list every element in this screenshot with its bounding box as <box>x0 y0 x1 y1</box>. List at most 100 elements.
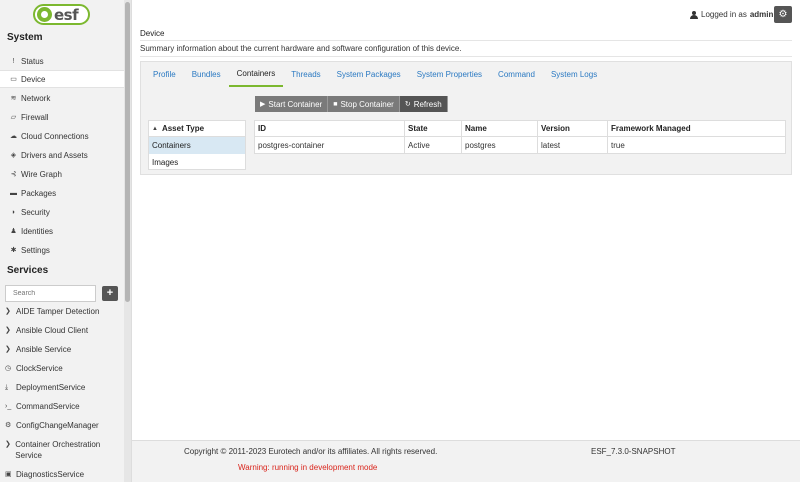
sidebar-item-label: Wire Graph <box>21 169 62 179</box>
divider <box>140 40 792 41</box>
cell-name: postgres <box>461 136 538 154</box>
service-item-commandservice[interactable]: ›_ CommandService <box>0 401 124 412</box>
cell-id: postgres-container <box>254 136 405 154</box>
dev-mode-warning: Warning: running in development mode <box>238 463 378 472</box>
exclamation-icon: ! <box>12 57 15 65</box>
package-icon: ▬ <box>10 189 17 197</box>
download-icon: ⤓ <box>5 384 9 391</box>
circle-chevron-icon: ❯ <box>5 308 11 315</box>
column-header-id[interactable]: ID <box>254 120 405 137</box>
sidebar-item-label: Device <box>21 74 46 84</box>
service-item-container-orchestration[interactable]: ❯ Container Orchestration Service <box>0 439 120 461</box>
add-service-button[interactable]: + <box>102 286 118 301</box>
tab-profile[interactable]: Profile <box>145 61 184 87</box>
services-section-title: Services <box>7 265 49 276</box>
tab-system-properties[interactable]: System Properties <box>409 61 490 87</box>
refresh-label: Refresh <box>413 99 442 109</box>
service-item-ansible-cloud-client[interactable]: ❯ Ansible Cloud Client <box>0 325 124 336</box>
tab-containers[interactable]: Containers <box>228 61 284 87</box>
column-header-version[interactable]: Version <box>537 120 608 137</box>
system-section-title: System <box>7 32 43 43</box>
container-toolbar: ▶ Start Container ■ Stop Container ↻ Ref… <box>255 96 448 112</box>
service-item-diagnosticsservice[interactable]: ▣ DiagnosticsService <box>0 469 124 480</box>
start-container-button[interactable]: ▶ Start Container <box>255 96 329 112</box>
clock-icon: ◷ <box>5 365 12 372</box>
tab-bundles[interactable]: Bundles <box>184 61 229 87</box>
stop-icon: ■ <box>333 100 338 108</box>
logo-gear-icon <box>37 7 52 22</box>
device-tabs: Profile Bundles Containers Threads Syste… <box>145 61 605 87</box>
tab-threads[interactable]: Threads <box>283 61 328 87</box>
tab-command[interactable]: Command <box>490 61 543 87</box>
config-icon: ⚙ <box>5 422 12 429</box>
service-item-clockservice[interactable]: ◷ ClockService <box>0 363 124 374</box>
stop-container-button[interactable]: ■ Stop Container <box>328 96 400 112</box>
sidebar-item-label: Security <box>21 207 50 217</box>
sidebar-item-network[interactable]: ≋ Network <box>0 89 124 107</box>
firewall-icon: ▱ <box>10 114 17 121</box>
logged-in-label: Logged in as <box>701 10 747 19</box>
stop-container-label: Stop Container <box>340 99 394 109</box>
table-row[interactable]: postgres-container Active postgres lates… <box>254 136 786 154</box>
sidebar-item-device[interactable]: ▭ Device <box>0 70 124 88</box>
sidebar-item-packages[interactable]: ▬ Packages <box>0 184 124 202</box>
circle-chevron-icon: ❯ <box>5 327 11 334</box>
sidebar-item-status[interactable]: ! Status <box>0 52 124 70</box>
wifi-icon: ≋ <box>10 95 17 102</box>
service-item-label: DiagnosticsService <box>16 470 85 479</box>
service-item-deploymentservice[interactable]: ⤓ DeploymentService <box>0 382 124 393</box>
asset-type-row-containers[interactable]: Containers <box>149 137 245 154</box>
esf-logo[interactable]: esf <box>33 4 90 25</box>
sidebar-scrollbar[interactable] <box>124 0 131 482</box>
cell-version: latest <box>537 136 608 154</box>
column-header-name[interactable]: Name <box>461 120 538 137</box>
sidebar-item-label: Packages <box>21 188 57 198</box>
copyright-text: Copyright © 2011-2023 Eurotech and/or it… <box>184 447 438 456</box>
asset-type-header-label: Asset Type <box>161 124 205 133</box>
service-item-label: Ansible Cloud Client <box>16 326 89 335</box>
table-header-row: ID State Name Version Framework Managed <box>254 120 786 137</box>
tab-system-packages[interactable]: System Packages <box>329 61 409 87</box>
service-item-label: DeploymentService <box>16 383 86 392</box>
logo-text: esf <box>54 5 79 24</box>
column-header-state[interactable]: State <box>404 120 462 137</box>
sidebar-item-label: Firewall <box>21 112 49 122</box>
refresh-button[interactable]: ↻ Refresh <box>399 96 448 112</box>
sidebar-item-firewall[interactable]: ▱ Firewall <box>0 108 124 126</box>
cell-framework-managed: true <box>607 136 786 154</box>
sidebar-item-label: Status <box>21 56 44 66</box>
service-item-ansible-service[interactable]: ❯ Ansible Service <box>0 344 124 355</box>
service-item-label: Ansible Service <box>16 345 72 354</box>
sidebar-item-cloud-connections[interactable]: ☁ Cloud Connections <box>0 127 124 145</box>
service-item-label: AIDE Tamper Detection <box>16 307 100 316</box>
sidebar-item-wire-graph[interactable]: ⊰ Wire Graph <box>0 165 124 183</box>
start-container-label: Start Container <box>268 99 323 109</box>
services-search-input[interactable] <box>5 285 96 302</box>
sidebar-item-identities[interactable]: ♟ Identities <box>0 222 124 240</box>
settings-gear-button[interactable]: ⚙ <box>774 6 792 23</box>
service-item-configchangemanager[interactable]: ⚙ ConfigChangeManager <box>0 420 124 431</box>
sidebar-item-label: Identities <box>21 226 54 236</box>
service-item-label: CommandService <box>16 402 80 411</box>
circle-chevron-icon: ❯ <box>5 441 11 448</box>
sidebar-item-label: Network <box>21 93 51 103</box>
asset-type-list: ▲ Asset Type Containers Images <box>148 120 246 170</box>
cube-icon: ◈ <box>10 152 17 159</box>
sidebar-item-drivers-and-assets[interactable]: ◈ Drivers and Assets <box>0 146 124 164</box>
cloud-icon: ☁ <box>10 133 17 140</box>
asset-type-row-images[interactable]: Images <box>149 154 245 171</box>
sidebar-item-label: Drivers and Assets <box>21 150 88 160</box>
graph-icon: ⊰ <box>10 171 17 178</box>
logged-in-status: Logged in as admin <box>690 10 773 19</box>
user-icon <box>690 10 698 19</box>
asset-type-header[interactable]: ▲ Asset Type <box>149 121 245 137</box>
sidebar-scroll-thumb[interactable] <box>125 2 130 302</box>
service-item-label: ClockService <box>16 364 63 373</box>
column-header-framework-managed[interactable]: Framework Managed <box>607 120 786 137</box>
tab-system-logs[interactable]: System Logs <box>543 61 605 87</box>
sidebar-item-settings[interactable]: ✱ Settings <box>0 241 124 259</box>
sidebar-item-security[interactable]: ◗ Security <box>0 203 124 221</box>
shield-icon: ◗ <box>11 208 16 216</box>
service-item-label: Container Orchestration Service <box>15 440 101 460</box>
service-item-aide[interactable]: ❯ AIDE Tamper Detection <box>0 306 124 317</box>
